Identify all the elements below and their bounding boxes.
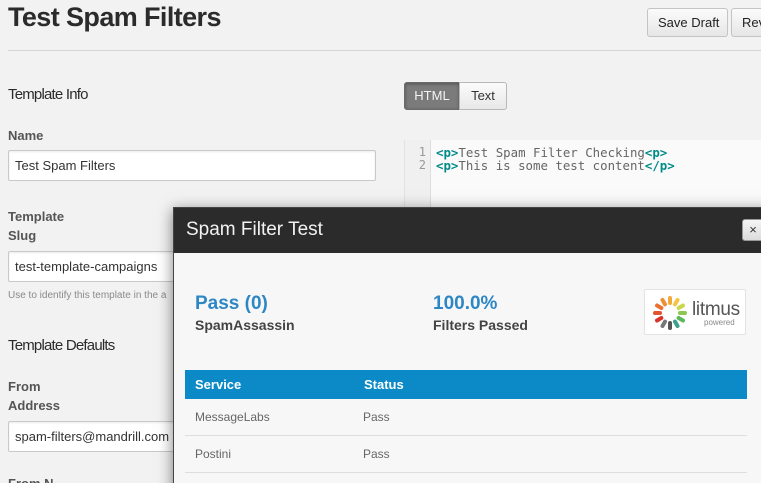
litmus-wheel-icon — [653, 296, 687, 330]
status-cell: Pass — [363, 447, 390, 461]
from-name-label: From N — [8, 474, 54, 483]
filters-passed-percent: 100.0% — [433, 293, 498, 314]
review-button[interactable]: Rev — [731, 8, 761, 37]
column-header-service: Service — [195, 377, 242, 392]
modal-header: Spam Filter Test × — [174, 208, 761, 253]
table-header: Service Status — [185, 370, 747, 399]
litmus-logo-sub: powered — [704, 318, 735, 327]
line-number: 1 — [418, 145, 426, 159]
close-icon: × — [749, 222, 757, 237]
name-label: Name — [8, 128, 44, 143]
spam-filter-modal: Spam Filter Test × Pass (0) SpamAssassin… — [173, 207, 761, 483]
service-cell: Postini — [195, 447, 232, 461]
line-number: 2 — [418, 158, 426, 172]
table-row: Postini Pass — [185, 436, 747, 473]
status-cell: Pass — [363, 410, 390, 424]
template-info-heading: Template Info — [8, 86, 88, 103]
name-field[interactable]: Test Spam Filters — [8, 150, 376, 181]
litmus-logo: litmus powered — [644, 289, 746, 335]
code-open-tag: <p> — [436, 158, 459, 173]
save-draft-button[interactable]: Save Draft — [647, 8, 728, 37]
slug-help-text: Use to identify this template in the a — [8, 290, 167, 301]
template-defaults-heading: Template Defaults — [8, 337, 115, 354]
page-title: Test Spam Filters — [8, 2, 221, 32]
column-header-status: Status — [364, 377, 404, 392]
slug-label-line2: Slug — [8, 228, 37, 243]
spamassassin-label: SpamAssassin — [195, 317, 295, 333]
from-address-label-line1: From — [8, 379, 41, 394]
table-row: MessageLabs Pass — [185, 399, 747, 436]
spamassassin-score: Pass (0) — [195, 293, 268, 314]
service-cell: MessageLabs — [195, 410, 270, 424]
tab-text[interactable]: Text — [459, 82, 507, 110]
code-line[interactable]: <p>This is some test content</p> — [436, 158, 675, 173]
tab-html[interactable]: HTML — [404, 82, 460, 110]
slug-label: Template Slug — [8, 207, 64, 245]
filters-table: Service Status MessageLabs Pass Postini … — [185, 370, 747, 473]
code-text: This is some test content — [458, 158, 645, 173]
close-button[interactable]: × — [742, 219, 761, 241]
filters-passed-label: Filters Passed — [433, 317, 528, 333]
code-close-tag: </p> — [644, 158, 675, 173]
modal-title: Spam Filter Test — [186, 219, 323, 240]
slug-label-line1: Template — [8, 209, 65, 224]
from-address-label-line2: Address — [8, 398, 61, 413]
header-divider — [8, 50, 761, 51]
from-address-label: From Address — [8, 377, 60, 415]
